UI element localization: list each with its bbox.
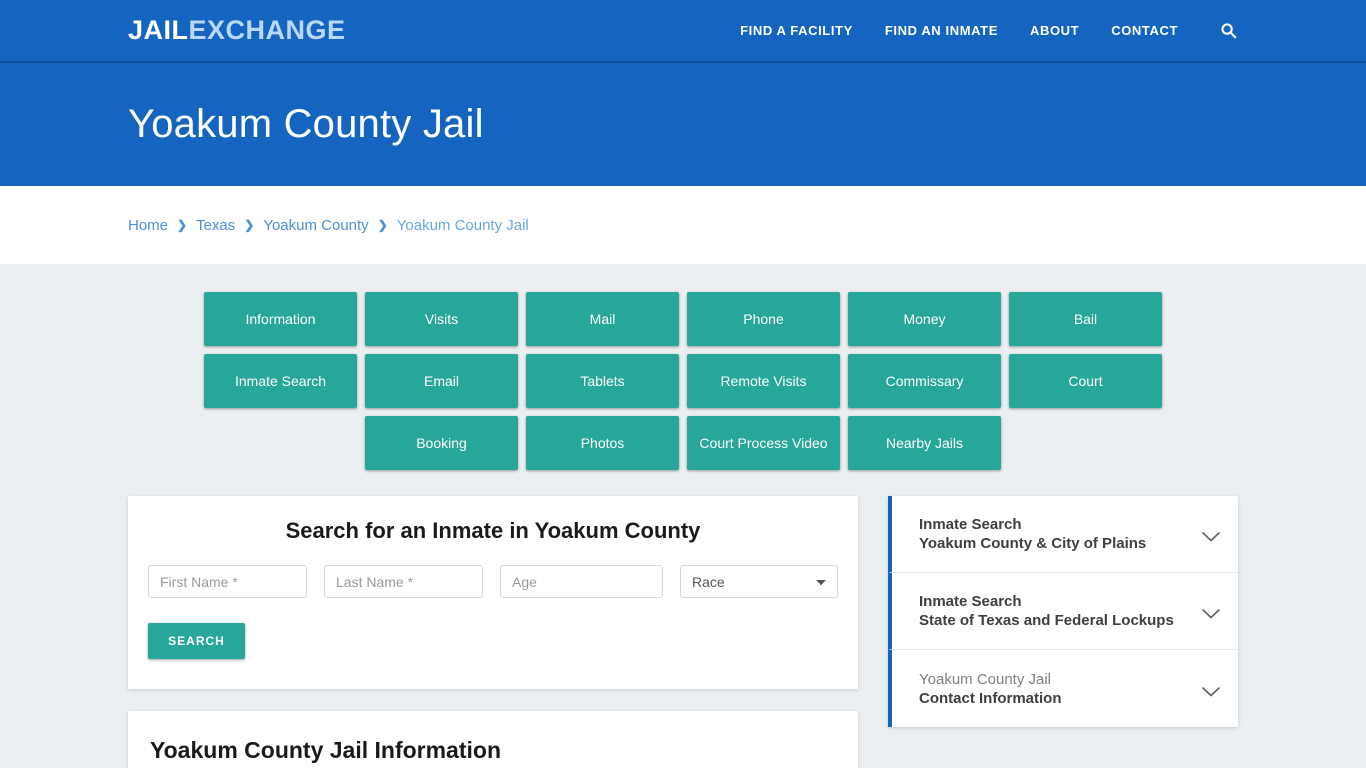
jail-information-card: Yoakum County Jail Information (128, 711, 858, 768)
tile-remote-visits[interactable]: Remote Visits (687, 354, 840, 408)
accordion-item-subtitle: Yoakum County & City of Plains (919, 535, 1147, 552)
tile-inmate-search[interactable]: Inmate Search (204, 354, 357, 408)
accordion-item-text: Inmate Search Yoakum County & City of Pl… (919, 515, 1190, 553)
search-icon[interactable] (1218, 21, 1238, 41)
accordion-item-text: Inmate Search State of Texas and Federal… (919, 592, 1190, 630)
chevron-down-icon[interactable] (1202, 684, 1220, 696)
chevron-right-icon: ❯ (244, 218, 255, 232)
tile-visits[interactable]: Visits (365, 292, 518, 346)
inmate-search-heading: Search for an Inmate in Yoakum County (285, 518, 701, 543)
accordion-item-inmate-search-state[interactable]: Inmate Search State of Texas and Federal… (888, 573, 1238, 650)
breadcrumb: Home ❯ Texas ❯ Yoakum County ❯ Yoakum Co… (128, 217, 529, 234)
last-name-input[interactable] (324, 565, 483, 598)
tile-booking[interactable]: Booking (365, 416, 518, 470)
accordion-item-title: Inmate Search (919, 516, 1022, 533)
breadcrumb-item-yoakum-county[interactable]: Yoakum County (263, 217, 368, 234)
nav-item-about[interactable]: ABOUT (1030, 23, 1079, 38)
inmate-search-fields: Race (148, 565, 838, 598)
race-select[interactable]: Race (680, 565, 838, 598)
tile-nearby-jails[interactable]: Nearby Jails (848, 416, 1001, 470)
tile-tablets[interactable]: Tablets (526, 354, 679, 408)
tile-money[interactable]: Money (848, 292, 1001, 346)
nav-item-find-a-facility[interactable]: FIND A FACILITY (740, 23, 853, 38)
jail-information-heading: Yoakum County Jail Information (150, 737, 501, 763)
chevron-down-icon[interactable] (1202, 529, 1220, 542)
tile-bail[interactable]: Bail (1009, 292, 1162, 346)
site-logo[interactable]: JAILEXCHANGE (128, 15, 346, 46)
tile-phone[interactable]: Phone (687, 292, 840, 346)
accordion-item-contact-information[interactable]: Yoakum County Jail Contact Information (888, 650, 1238, 727)
logo-text-secondary: EXCHANGE (188, 15, 346, 45)
sidebar-column: Inmate Search Yoakum County & City of Pl… (888, 496, 1238, 727)
tile-court-process-video[interactable]: Court Process Video (687, 416, 840, 470)
breadcrumb-item-texas[interactable]: Texas (196, 217, 235, 234)
tile-email[interactable]: Email (365, 354, 518, 408)
tile-court[interactable]: Court (1009, 354, 1162, 408)
page-body: Information Visits Mail Phone Money Bail… (0, 264, 1366, 768)
tile-information[interactable]: Information (204, 292, 357, 346)
chevron-down-icon[interactable] (1202, 606, 1220, 619)
accordion-item-title: Inmate Search (919, 593, 1022, 610)
accordion-item-inmate-search-county[interactable]: Inmate Search Yoakum County & City of Pl… (888, 496, 1238, 573)
nav-links: FIND A FACILITY FIND AN INMATE ABOUT CON… (740, 21, 1238, 41)
hero-banner: Yoakum County Jail (0, 63, 1366, 186)
sidebar-accordion: Inmate Search Yoakum County & City of Pl… (888, 496, 1238, 727)
first-name-input[interactable] (148, 565, 307, 598)
logo-text-primary: JAIL (128, 15, 189, 45)
accordion-item-subtitle: Contact Information (919, 689, 1062, 707)
accordion-item-subtitle: State of Texas and Federal Lockups (919, 612, 1174, 629)
top-navigation-bar: JAILEXCHANGE FIND A FACILITY FIND AN INM… (0, 0, 1366, 63)
breadcrumb-bar: Home ❯ Texas ❯ Yoakum County ❯ Yoakum Co… (0, 186, 1366, 264)
facility-section-tiles: Information Visits Mail Phone Money Bail… (135, 292, 1231, 470)
inmate-search-card: Search for an Inmate in Yoakum County Ra… (128, 496, 858, 689)
accordion-item-title: Yoakum County Jail (919, 670, 1052, 688)
accordion-item-text: Yoakum County Jail Contact Information (919, 670, 1190, 708)
chevron-right-icon: ❯ (177, 218, 188, 232)
main-column: Search for an Inmate in Yoakum County Ra… (128, 496, 858, 768)
page-title: Yoakum County Jail (128, 102, 484, 146)
tile-photos[interactable]: Photos (526, 416, 679, 470)
breadcrumb-item-home[interactable]: Home (128, 217, 168, 234)
tile-mail[interactable]: Mail (526, 292, 679, 346)
tile-commissary[interactable]: Commissary (848, 354, 1001, 408)
nav-item-find-an-inmate[interactable]: FIND AN INMATE (885, 23, 998, 38)
search-submit-button[interactable]: SEARCH (148, 623, 245, 659)
main-content-row: Search for an Inmate in Yoakum County Ra… (128, 496, 1238, 768)
nav-item-contact[interactable]: CONTACT (1111, 23, 1178, 38)
chevron-right-icon: ❯ (377, 218, 388, 232)
breadcrumb-item-current: Yoakum County Jail (396, 216, 529, 234)
age-input[interactable] (500, 565, 663, 598)
